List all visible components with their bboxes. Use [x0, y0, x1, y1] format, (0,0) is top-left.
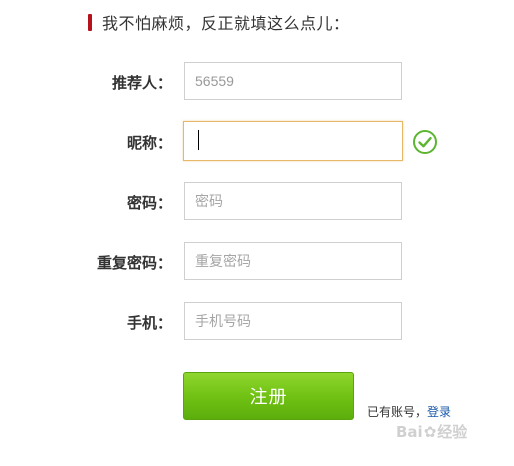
section-header: 我不怕麻烦，反正就填这么点儿：: [88, 12, 350, 33]
phone-label: 手机：: [126, 314, 172, 332]
confirm-password-label: 重复密码：: [96, 254, 172, 272]
text-caret: [198, 130, 199, 150]
watermark-text-left: Bai: [396, 423, 423, 441]
nickname-label: 昵称：: [126, 134, 172, 152]
password-row: 密码：: [0, 182, 514, 222]
referrer-label: 推荐人：: [111, 74, 172, 92]
paw-icon: ✿: [423, 423, 437, 441]
confirm-password-row: 重复密码：: [0, 242, 514, 282]
referrer-input[interactable]: [184, 62, 402, 100]
phone-input[interactable]: [184, 302, 402, 340]
phone-row: 手机：: [0, 302, 514, 342]
register-button[interactable]: 注册: [183, 372, 354, 420]
watermark: Bai✿经验: [396, 421, 467, 442]
confirm-password-input[interactable]: [184, 242, 402, 280]
section-accent-bar: [88, 13, 92, 31]
login-link[interactable]: 登录: [427, 405, 451, 419]
password-label: 密码：: [126, 194, 172, 212]
password-input[interactable]: [184, 182, 402, 220]
section-title: 我不怕麻烦，反正就填这么点儿：: [102, 14, 350, 33]
login-prompt-text: 已有账号，: [367, 405, 428, 419]
check-circle-icon: [413, 130, 437, 154]
nickname-row: 昵称：: [0, 121, 514, 162]
watermark-text-right: 经验: [437, 423, 468, 441]
referrer-row: 推荐人：: [0, 62, 514, 102]
login-prompt: 已有账号，登录: [367, 403, 451, 420]
nickname-input[interactable]: [183, 121, 403, 161]
